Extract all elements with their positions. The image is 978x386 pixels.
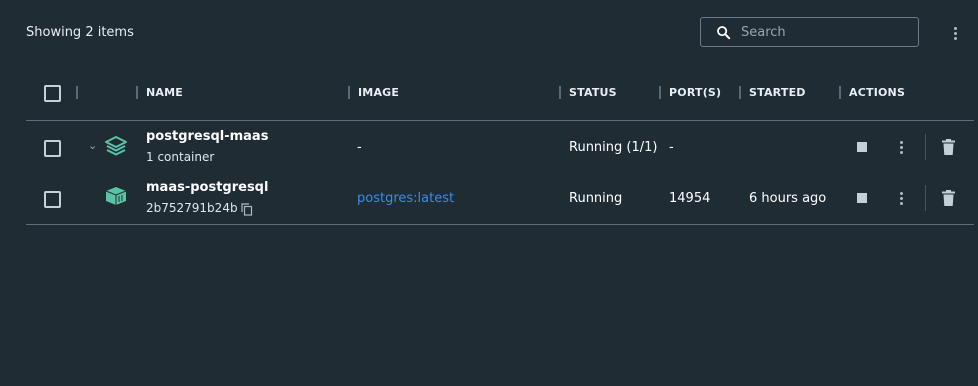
items-count: Showing 2 items: [26, 25, 134, 40]
table-bottom-divider: [26, 224, 974, 225]
chevron-down-icon[interactable]: ⌄: [88, 139, 97, 152]
select-all-checkbox[interactable]: [44, 85, 61, 102]
row-name[interactable]: maas-postgresql: [146, 180, 268, 195]
row-status: Running (1/1): [569, 140, 658, 155]
stack-icon: [105, 136, 127, 156]
container-id: 2b752791b24b: [146, 201, 238, 215]
row-status: Running: [569, 191, 623, 206]
trash-icon[interactable]: [942, 190, 955, 206]
column-separator: [76, 86, 78, 99]
stop-icon[interactable]: [857, 142, 867, 152]
row-subtitle: 1 container: [146, 150, 215, 164]
column-separator[interactable]: [839, 86, 841, 99]
search-icon: [717, 26, 731, 40]
header-image[interactable]: IMAGE: [358, 86, 399, 99]
action-divider: [925, 134, 926, 160]
header-status[interactable]: STATUS: [569, 86, 617, 99]
container-icon: [105, 187, 127, 205]
action-divider: [925, 185, 926, 211]
row-ports[interactable]: 14954: [669, 191, 710, 206]
search-box[interactable]: [700, 17, 919, 47]
header-actions: ACTIONS: [849, 86, 906, 99]
search-input[interactable]: [741, 18, 911, 46]
row-checkbox[interactable]: [44, 140, 61, 157]
header-name[interactable]: NAME: [146, 86, 183, 99]
column-separator[interactable]: [739, 86, 741, 99]
row-started: 6 hours ago: [749, 191, 827, 206]
more-options-icon[interactable]: [893, 138, 909, 156]
header-divider: [26, 120, 974, 121]
header-started[interactable]: STARTED: [749, 86, 806, 99]
more-options-icon[interactable]: [893, 189, 909, 207]
row-checkbox[interactable]: [44, 191, 61, 208]
column-separator[interactable]: [136, 86, 138, 99]
trash-icon[interactable]: [942, 139, 955, 155]
row-image: -: [357, 140, 362, 155]
column-separator[interactable]: [659, 86, 661, 99]
image-link[interactable]: postgres:latest: [357, 191, 454, 206]
column-separator[interactable]: [559, 86, 561, 99]
row-ports: -: [669, 140, 674, 155]
stop-icon[interactable]: [857, 193, 867, 203]
column-separator[interactable]: [348, 86, 350, 99]
more-options-icon[interactable]: [947, 24, 963, 42]
row-name[interactable]: postgresql-maas: [146, 129, 268, 144]
header-ports[interactable]: PORT(S): [669, 86, 721, 99]
copy-icon[interactable]: [241, 203, 253, 216]
